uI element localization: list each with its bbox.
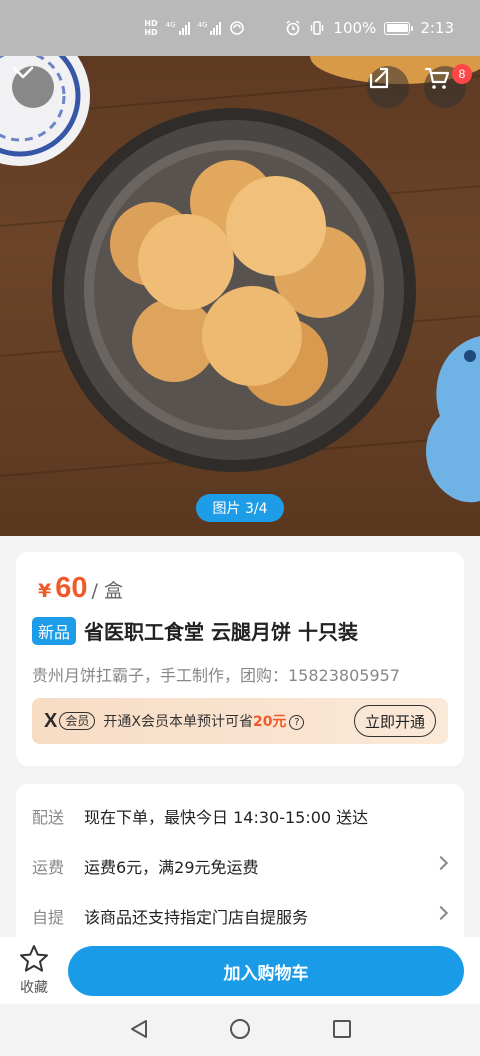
product-image-carousel[interactable]: 8 图片 3/4	[0, 56, 480, 536]
price: ¥ 60 / 盒	[38, 572, 123, 605]
add-to-cart-button[interactable]: 加入购物车	[68, 946, 464, 996]
network-type-2: 4G	[197, 20, 208, 29]
wifi-icon	[229, 21, 245, 35]
cart-count-badge: 8	[452, 64, 472, 84]
vip-save-amount: 20元	[252, 714, 287, 730]
vip-logo-label: 会员	[59, 712, 96, 730]
vip-promo-bar[interactable]: X 会员 开通X会员本单预计可省20元? 立即开通	[32, 698, 448, 744]
currency-symbol: ¥	[38, 580, 52, 602]
recents-square-icon	[333, 1020, 351, 1038]
delivery-info-card: 配送 现在下单，最快今日 14:30-15:00 送达 运费 运费6元，满29元…	[16, 784, 464, 954]
image-counter: 图片 3/4	[196, 494, 284, 522]
share-icon	[369, 67, 389, 89]
bottom-action-bar: 收藏 加入购物车	[0, 937, 480, 1004]
alarm-icon	[285, 20, 301, 36]
favorite-button[interactable]: 收藏	[14, 943, 54, 997]
info-value-pickup: 该商品还支持指定门店自提服务	[84, 908, 309, 927]
info-value-shipping-fee: 运费6元，满29元免运费	[84, 858, 259, 877]
price-unit: / 盒	[91, 580, 123, 602]
recents-nav-button[interactable]	[331, 1018, 353, 1044]
home-nav-button[interactable]	[229, 1018, 251, 1044]
collapse-button[interactable]	[12, 66, 54, 108]
vip-logo: X 会员	[44, 709, 96, 733]
favorite-label: 收藏	[20, 980, 48, 996]
back-triangle-icon	[131, 1020, 147, 1038]
vip-promo-prefix: 开通X会员本单预计可省	[103, 714, 253, 730]
home-circle-icon	[230, 1019, 250, 1039]
cart-icon	[424, 67, 450, 89]
hd-indicator: HD HD	[144, 19, 157, 37]
info-row-pickup[interactable]: 自提 该商品还支持指定门店自提服务	[32, 901, 449, 931]
info-row-shipping-fee[interactable]: 运费 运费6元，满29元免运费	[32, 851, 449, 881]
info-row-delivery: 配送 现在下单，最快今日 14:30-15:00 送达	[32, 801, 448, 831]
share-button[interactable]	[367, 66, 409, 108]
back-nav-button[interactable]	[128, 1018, 150, 1044]
hd-bottom-label: HD	[144, 28, 158, 37]
info-label-shipping-fee: 运费	[32, 858, 65, 877]
price-value: 60	[55, 572, 88, 604]
vip-open-button[interactable]: 立即开通	[353, 705, 436, 737]
status-bar: HD HD 4G 4G 100% 2:13	[0, 0, 480, 56]
chevron-down-icon	[12, 66, 34, 79]
signal-icon: 4G	[165, 20, 190, 35]
battery-percent: 100%	[333, 19, 377, 37]
hd-top-label: HD	[144, 19, 158, 28]
battery-icon	[384, 21, 414, 35]
product-info-card: ¥ 60 / 盒 新品 省医职工食堂 云腿月饼 十只装 贵州月饼扛霸子，手工制作…	[16, 552, 464, 766]
help-icon[interactable]: ?	[289, 714, 305, 730]
product-title-row: 新品 省医职工食堂 云腿月饼 十只装	[32, 616, 358, 645]
star-icon	[20, 945, 48, 972]
network-type-1: 4G	[165, 20, 176, 29]
info-label-pickup: 自提	[32, 908, 65, 927]
product-photo	[0, 56, 480, 503]
clock: 2:13	[420, 19, 454, 37]
vip-promo-text: 开通X会员本单预计可省20元?	[103, 711, 305, 731]
info-label-delivery: 配送	[32, 808, 65, 827]
product-title: 省医职工食堂 云腿月饼 十只装	[84, 620, 358, 644]
signal-icon-2: 4G	[197, 20, 222, 35]
vip-logo-x: X	[44, 709, 58, 732]
new-tag: 新品	[32, 616, 77, 645]
info-value-delivery: 现在下单，最快今日 14:30-15:00 送达	[84, 808, 369, 827]
vibrate-icon	[309, 20, 325, 36]
system-nav-bar	[0, 1004, 480, 1056]
product-subtitle: 贵州月饼扛霸子，手工制作，团购：15823805957	[32, 666, 400, 685]
